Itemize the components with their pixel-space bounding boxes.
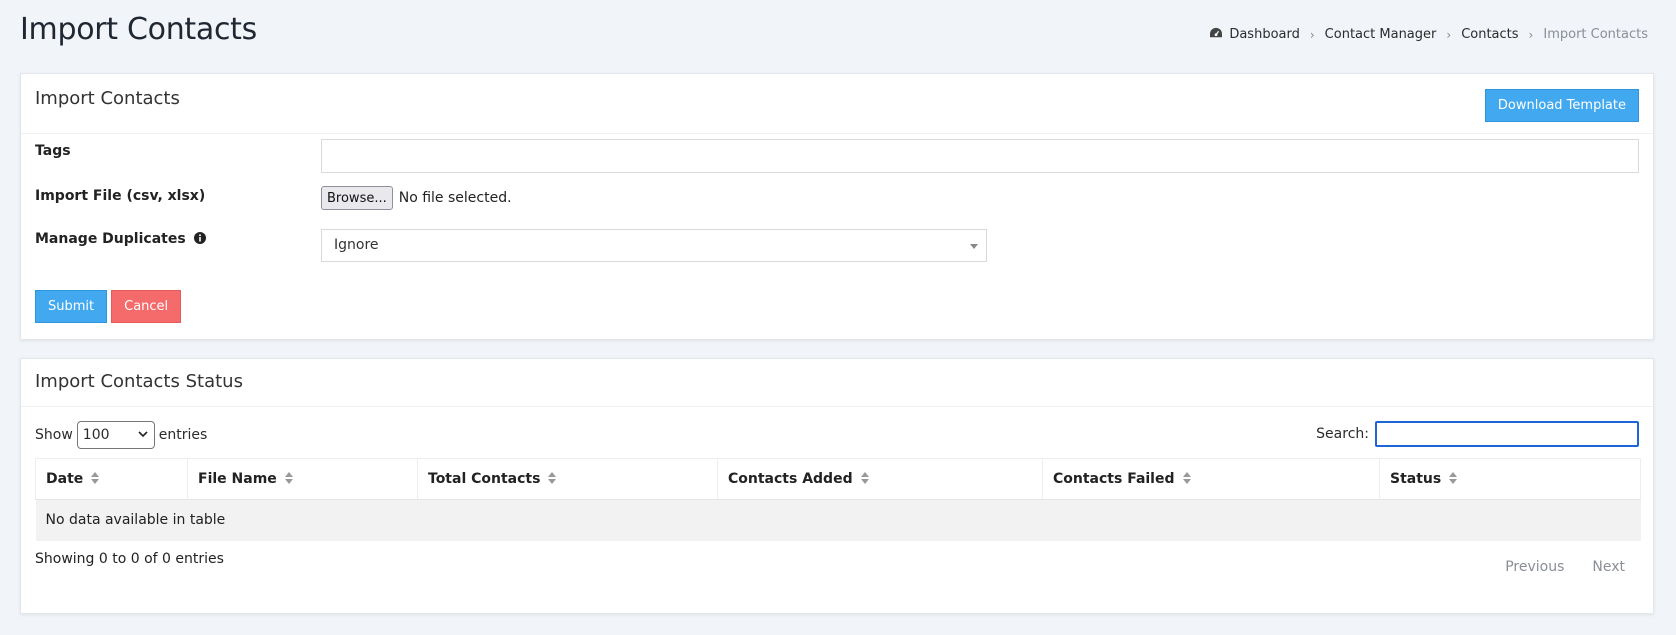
import-status-card: Import Contacts Status Show 100 entries …: [20, 358, 1654, 614]
column-header-file-name[interactable]: File Name: [187, 458, 418, 500]
column-header-status[interactable]: Status: [1379, 458, 1641, 500]
breadcrumb-separator-icon: ›: [1446, 27, 1452, 42]
download-template-button[interactable]: Download Template: [1484, 89, 1639, 122]
info-icon[interactable]: [193, 232, 206, 244]
dashboard-icon: [1210, 27, 1223, 38]
chevron-down-icon: [138, 431, 148, 438]
column-header-label: File Name: [198, 471, 277, 487]
column-header-label: Contacts Added: [728, 471, 853, 487]
browse-button[interactable]: Browse...: [321, 186, 393, 210]
import-file-label: Import File (csv, xlsx): [35, 188, 206, 204]
column-header-total-contacts[interactable]: Total Contacts: [417, 458, 718, 500]
previous-page-button[interactable]: Previous: [1491, 555, 1578, 579]
file-status: No file selected.: [398, 190, 512, 206]
import-contacts-card-title: Import Contacts: [35, 88, 180, 109]
tags-row: Tags: [35, 139, 1639, 173]
sort-icon: [860, 472, 869, 484]
empty-table-message: No data available in table: [35, 499, 1641, 541]
page-length-control: Show 100 entries: [35, 421, 207, 449]
table-header-row: Date File Name Total Contacts Contacts A…: [35, 458, 1641, 500]
column-header-label: Total Contacts: [428, 471, 541, 487]
dropdown-arrow-icon: [970, 244, 978, 249]
import-status-table: Date File Name Total Contacts Contacts A…: [35, 458, 1641, 541]
manage-duplicates-label: Manage Duplicates: [35, 231, 206, 247]
column-header-label: Contacts Failed: [1053, 471, 1175, 487]
import-contacts-card-header: Import Contacts Download Template: [21, 74, 1653, 134]
import-status-card-header: Import Contacts Status: [21, 359, 1653, 407]
import-status-card-title: Import Contacts Status: [35, 371, 243, 392]
breadcrumb-dashboard[interactable]: Dashboard: [1209, 27, 1300, 42]
search-label: Search:: [1316, 426, 1369, 442]
page-length-select[interactable]: 100: [76, 421, 155, 449]
sort-icon: [1182, 472, 1191, 484]
submit-button[interactable]: Submit: [35, 290, 108, 323]
manage-duplicates-label-text: Manage Duplicates: [35, 231, 186, 247]
breadcrumb-separator-icon: ›: [1528, 27, 1534, 42]
sort-icon: [91, 472, 100, 484]
column-header-contacts-failed[interactable]: Contacts Failed: [1042, 458, 1380, 500]
manage-duplicates-select[interactable]: Ignore: [321, 229, 987, 262]
import-file-row: Import File (csv, xlsx) Browse... No fil…: [35, 186, 1639, 212]
next-page-button[interactable]: Next: [1578, 555, 1639, 579]
column-header-label: Status: [1390, 471, 1442, 487]
tags-input[interactable]: [321, 139, 1639, 173]
entries-label: entries: [158, 427, 208, 443]
column-header-date[interactable]: Date: [35, 458, 188, 500]
breadcrumb-contacts[interactable]: Contacts: [1461, 27, 1518, 42]
sort-icon: [548, 472, 557, 484]
show-label: Show: [35, 427, 73, 443]
tags-label: Tags: [35, 143, 71, 159]
breadcrumb-separator-icon: ›: [1309, 27, 1315, 42]
breadcrumb-contact-manager[interactable]: Contact Manager: [1325, 27, 1437, 42]
pagination: Previous Next: [1491, 555, 1639, 579]
manage-duplicates-value: Ignore: [334, 237, 379, 253]
table-info: Showing 0 to 0 of 0 entries: [35, 551, 224, 567]
manage-duplicates-row: Manage Duplicates Ignore: [35, 229, 1639, 263]
page-title: Import Contacts: [20, 12, 257, 47]
search-input[interactable]: [1375, 421, 1639, 447]
breadcrumb-import-contacts: Import Contacts: [1543, 27, 1648, 42]
page-length-value: 100: [82, 427, 110, 443]
table-search: Search:: [1316, 421, 1639, 447]
table-controls: Show 100 entries Search:: [35, 421, 1639, 451]
cancel-button[interactable]: Cancel: [111, 290, 182, 323]
form-actions: Submit Cancel: [35, 290, 182, 323]
column-header-label: Date: [46, 471, 84, 487]
sort-icon: [1449, 472, 1458, 484]
sort-icon: [284, 472, 293, 484]
breadcrumb-dashboard-label: Dashboard: [1229, 27, 1300, 42]
table-row: No data available in table: [35, 499, 1641, 541]
file-input: Browse... No file selected.: [321, 186, 512, 210]
column-header-contacts-added[interactable]: Contacts Added: [717, 458, 1043, 500]
breadcrumb: Dashboard › Contact Manager › Contacts ›…: [1209, 27, 1648, 42]
import-contacts-card: Import Contacts Download Template Tags I…: [20, 73, 1654, 340]
